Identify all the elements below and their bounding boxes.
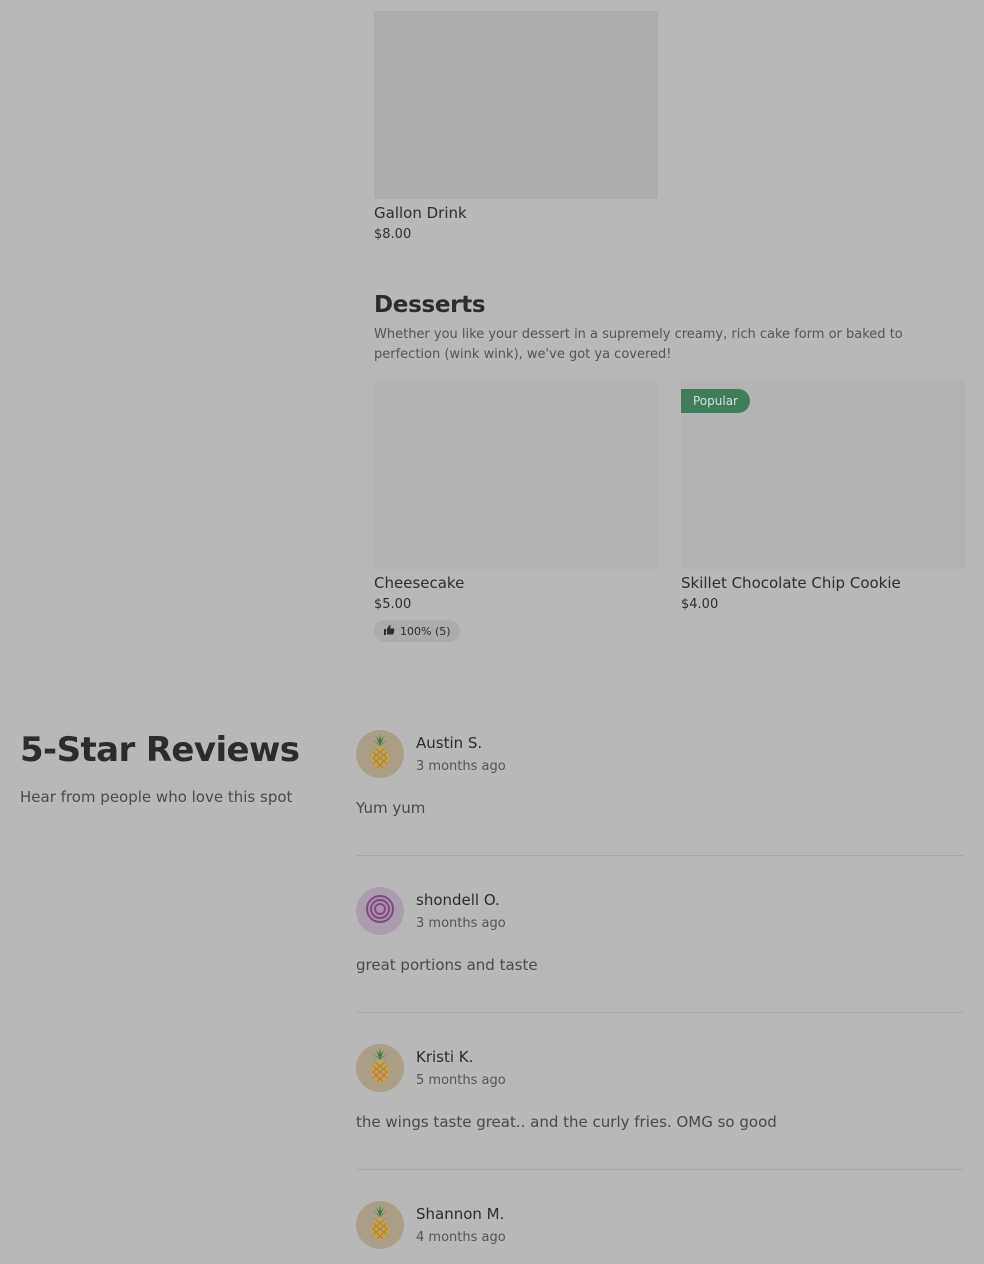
avatar bbox=[356, 887, 404, 935]
menu-item-price: $4.00 bbox=[681, 597, 719, 612]
review-text: great portions and taste bbox=[356, 956, 538, 974]
review-time: 5 months ago bbox=[416, 1073, 506, 1088]
reviews-title: 5-Star Reviews bbox=[20, 730, 300, 770]
review-item: Shannon M. 4 months ago bbox=[356, 1201, 964, 1249]
rating-badge: 100% (5) bbox=[374, 620, 460, 642]
review-item: shondell O. 3 months ago great portions … bbox=[356, 887, 964, 975]
review-item: Austin S. 3 months ago Yum yum bbox=[356, 730, 964, 818]
review-time: 3 months ago bbox=[416, 759, 506, 774]
rating-text: 100% (5) bbox=[400, 624, 451, 638]
section-title-desserts: Desserts bbox=[374, 292, 486, 318]
review-text: the wings taste great.. and the curly fr… bbox=[356, 1113, 777, 1131]
review-text: Yum yum bbox=[356, 799, 426, 817]
reviews-subtitle: Hear from people who love this spot bbox=[20, 788, 293, 806]
reviewer-name: Kristi K. bbox=[416, 1048, 474, 1066]
menu-item-card[interactable]: Gallon Drink $8.00 bbox=[374, 11, 658, 245]
pineapple-icon bbox=[367, 1205, 393, 1245]
review-time: 3 months ago bbox=[416, 916, 506, 931]
popular-badge: Popular bbox=[681, 389, 750, 413]
divider bbox=[356, 1012, 964, 1013]
section-description: Whether you like your dessert in a supre… bbox=[374, 327, 903, 362]
reviewer-name: Austin S. bbox=[416, 734, 483, 752]
menu-item-card[interactable]: Cheesecake $5.00 100% (5) bbox=[374, 381, 658, 642]
review-item: Kristi K. 5 months ago the wings taste g… bbox=[356, 1044, 964, 1132]
menu-item-price: $5.00 bbox=[374, 597, 412, 612]
menu-item-image[interactable] bbox=[374, 11, 658, 199]
thumbs-up-icon bbox=[383, 624, 395, 639]
avatar bbox=[356, 1201, 404, 1249]
store-page: Gallon Drink $8.00 Desserts Whether you … bbox=[0, 0, 984, 1264]
pineapple-icon bbox=[367, 1048, 393, 1088]
divider bbox=[356, 855, 964, 856]
menu-item-name: Skillet Chocolate Chip Cookie bbox=[681, 574, 901, 592]
menu-item-name: Gallon Drink bbox=[374, 204, 467, 222]
menu-item-image[interactable] bbox=[374, 381, 658, 569]
reviewer-name: Shannon M. bbox=[416, 1205, 505, 1223]
reviewer-name: shondell O. bbox=[416, 891, 500, 909]
avatar bbox=[356, 730, 404, 778]
pineapple-icon bbox=[367, 734, 393, 774]
menu-item-price: $8.00 bbox=[374, 227, 412, 242]
menu-item-name: Cheesecake bbox=[374, 574, 465, 592]
avatar bbox=[356, 1044, 404, 1092]
menu-item-image[interactable]: Popular bbox=[681, 381, 965, 569]
onion-icon bbox=[364, 893, 396, 929]
review-time: 4 months ago bbox=[416, 1230, 506, 1245]
divider bbox=[356, 1169, 964, 1170]
menu-item-card[interactable]: Popular Skillet Chocolate Chip Cookie $4… bbox=[681, 381, 965, 615]
